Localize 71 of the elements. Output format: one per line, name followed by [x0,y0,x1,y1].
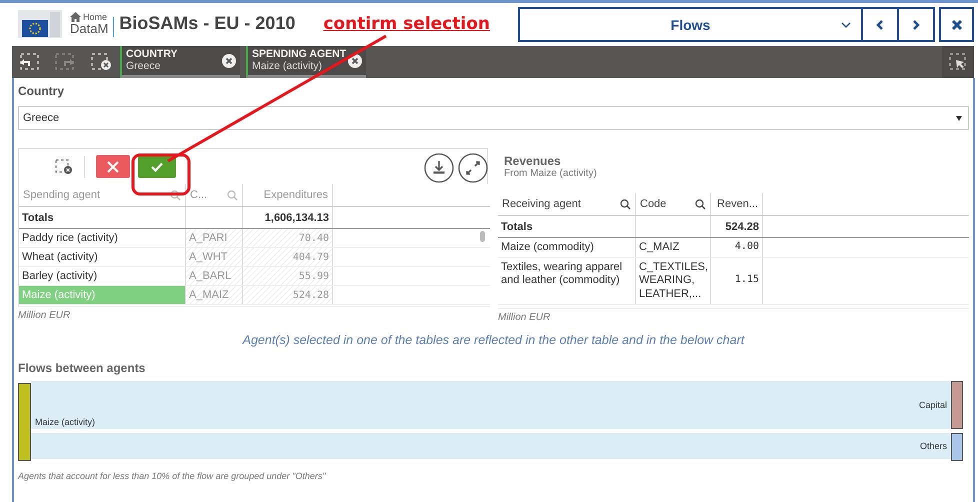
chevron-down-icon [841,22,851,28]
table-cell: A_PARI [186,229,243,247]
chevron-left-icon [876,20,884,30]
sankey-node[interactable] [951,433,963,461]
close-icon [106,160,120,174]
unit-label: Million EUR [498,312,552,323]
brand-name: DataM [70,22,108,35]
sankey-flow[interactable]: Others [31,433,951,459]
column-header[interactable]: Code [636,193,711,215]
checkmark-icon [150,160,164,172]
column-header[interactable]: Receiving agent [498,193,636,215]
footnote: Agents that account for less than 10% of the flow are grouped under "Others" [18,471,327,481]
table-cell: C_MAIZ [636,238,711,258]
close-icon [950,18,962,30]
table-cell: C_TEXTILES, WEARING, LEATHER,... [636,258,711,304]
table-cell: 70.40 [243,229,333,247]
expand-icon[interactable] [458,153,488,183]
close-button[interactable] [939,7,974,42]
table-cell: 1.15 [711,258,763,304]
node-label: Capital [918,400,947,410]
clear-selection-icon[interactable] [55,158,73,174]
dropdown-arrow-icon [956,116,962,120]
highlight-frame [132,154,190,196]
home-icon[interactable] [70,12,81,22]
clear-icon[interactable] [222,54,236,68]
sheet-dropdown[interactable]: Flows [518,7,863,42]
search-icon[interactable] [695,198,706,210]
app-title: BioSAMs - EU - 2010 [119,13,296,34]
selection-chip[interactable]: COUNTRY Greece [120,46,240,78]
next-sheet-button[interactable] [899,7,935,42]
node-label: Maize (activity) [35,417,96,427]
table-cell: 524.28 [711,216,763,237]
country-dropdown[interactable]: Greece [18,106,969,130]
table-cell: A_BARL [186,267,243,285]
previous-sheet-button[interactable] [863,7,899,42]
chevron-right-icon [912,20,920,30]
chart-subtitle: From Maize (activity) [504,168,598,178]
sankey-node[interactable] [18,383,31,461]
clear-selections-icon[interactable] [90,53,112,71]
sankey-flow[interactable]: Maize (activity) Capital [31,381,951,429]
table-cell: 404.79 [243,248,333,266]
chart-title: Flows between agents [18,361,146,375]
table-cell: 4.00 [711,238,763,258]
selection-chip[interactable]: SPENDING AGENT Maize (activity) [246,46,366,78]
clear-icon[interactable] [348,54,362,68]
table-cell: Totals [19,207,186,228]
chart-title: Revenues [504,154,562,168]
table-cell: Textiles, wearing apparel and leather (commodity) [498,258,636,304]
info-note: Agent(s) selected in one of the tables are reflected in the other table and in the below chart [241,333,746,347]
annotation-text: contirm selection [323,14,490,34]
selections-tool-icon[interactable] [949,53,967,71]
search-icon[interactable] [170,190,181,200]
table-cell: A_WHT [186,248,243,266]
node-label: Others [920,441,947,451]
home-link[interactable]: Home [83,12,108,22]
search-icon[interactable] [620,198,631,210]
cancel-selection-button[interactable] [96,155,130,178]
table-cell: Totals [498,216,636,237]
unit-label: Million EUR [18,310,72,321]
scrollbar-thumb[interactable] [480,231,485,242]
table-cell: A_MAIZ [186,286,243,304]
table-cell: 55.99 [243,267,333,285]
step-back-icon[interactable] [18,53,40,71]
table-cell: 1,606,134.13 [243,207,333,228]
table-cell: Maize (commodity) [498,238,636,258]
filter-label: Country [18,84,65,98]
download-icon[interactable] [424,153,454,183]
sankey-node[interactable] [951,381,963,429]
eu-logo [18,10,62,38]
column-header[interactable]: Reven... [711,193,763,215]
table-cell: 524.28 [243,286,333,304]
